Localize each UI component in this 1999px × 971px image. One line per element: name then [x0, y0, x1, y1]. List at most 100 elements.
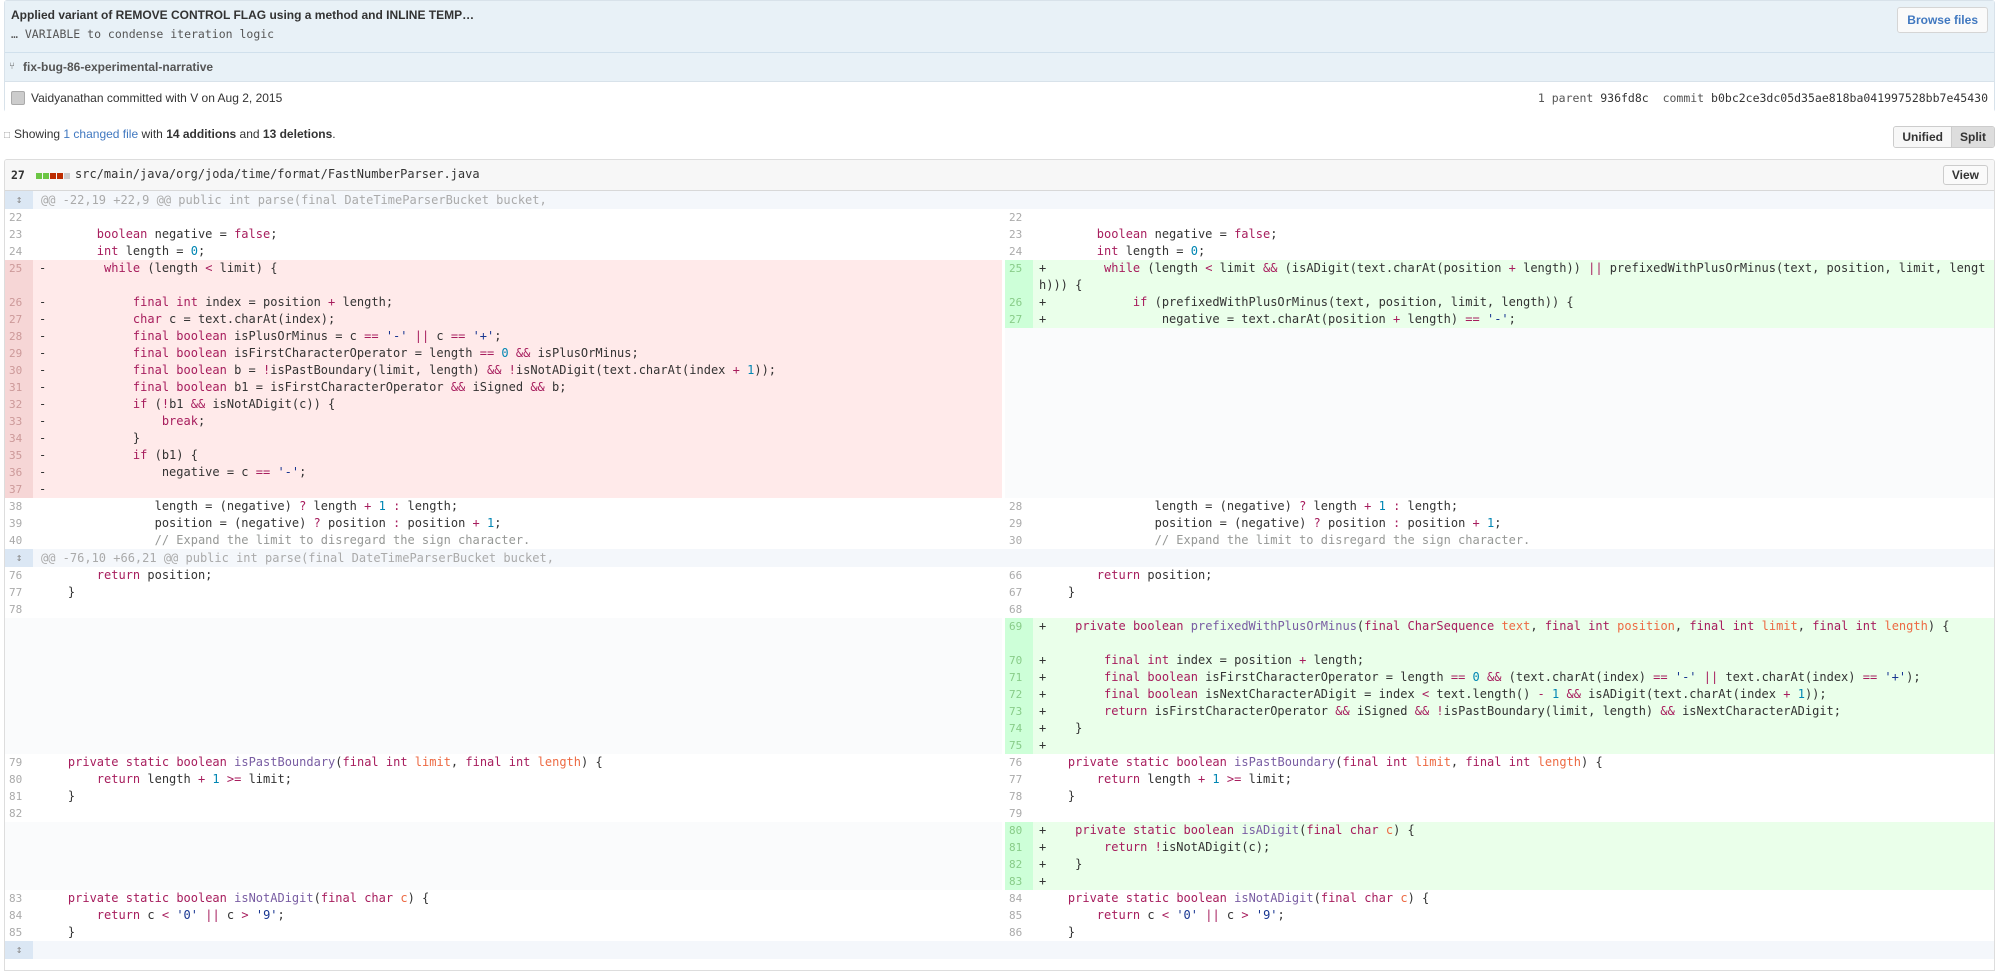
line-number[interactable]: 66: [1005, 567, 1033, 584]
line-number[interactable]: 36: [5, 464, 33, 481]
left-side-cell: 29 - final boolean isFirstCharacterOperat…: [5, 345, 1002, 362]
summary-showing: Showing: [14, 127, 61, 141]
line-number[interactable]: 72: [1005, 686, 1033, 703]
right-side-cell: 84 private static boolean isNotADigit(fi…: [1005, 890, 1994, 907]
parent-sha-link[interactable]: 936fd8c: [1600, 91, 1648, 105]
line-number[interactable]: 26: [5, 294, 33, 311]
line-number[interactable]: 83: [5, 890, 33, 907]
line-number[interactable]: 30: [5, 362, 33, 379]
line-number[interactable]: 29: [1005, 515, 1033, 532]
line-number[interactable]: 30: [1005, 532, 1033, 549]
line-number[interactable]: 86: [1005, 924, 1033, 941]
line-number[interactable]: 22: [5, 209, 33, 226]
unified-button[interactable]: Unified: [1894, 127, 1951, 147]
line-number[interactable]: 84: [5, 907, 33, 924]
line-number[interactable]: 23: [1005, 226, 1033, 243]
right-side-cell: 69 + private boolean prefixedWithPlusOrMi…: [1005, 618, 1994, 652]
browse-files-button[interactable]: Browse files: [1897, 7, 1988, 33]
line-number[interactable]: 39: [5, 515, 33, 532]
line-number[interactable]: 27: [1005, 311, 1033, 328]
line-number[interactable]: 78: [1005, 788, 1033, 805]
code-line: private static boolean isPastBoundary(fi…: [67, 755, 603, 769]
line-number[interactable]: 74: [1005, 720, 1033, 737]
line-number[interactable]: 80: [5, 771, 33, 788]
code-line: - char c = text.charAt(index);: [39, 312, 336, 326]
code-line: +: [1039, 874, 1047, 888]
line-number[interactable]: 81: [5, 788, 33, 805]
code-line: }: [39, 789, 76, 803]
line-number[interactable]: 29: [5, 345, 33, 362]
right-side-cell: 24 int length = 0;: [1005, 243, 1994, 260]
line-number[interactable]: 70: [1005, 652, 1033, 669]
line-number[interactable]: 35: [5, 447, 33, 464]
line-number[interactable]: 38: [5, 498, 33, 515]
diffstat: [36, 173, 70, 179]
left-side-cell: 85 }: [5, 924, 1002, 941]
line-number[interactable]: 75: [1005, 737, 1033, 754]
diff-row: 77 } 67 }: [5, 584, 1994, 601]
right-side-cell: 67 }: [1005, 584, 1994, 601]
line-number[interactable]: 73: [1005, 703, 1033, 720]
diff-row: 82 + }: [5, 856, 1994, 873]
line-number[interactable]: 76: [5, 567, 33, 584]
line-number[interactable]: 26: [1005, 294, 1033, 311]
expand-icon[interactable]: ↕: [5, 549, 33, 567]
expand-icon[interactable]: ↕: [5, 191, 33, 209]
left-side-cell: [5, 703, 1002, 720]
right-side-cell: 81 + return !isNotADigit(c);: [1005, 839, 1994, 856]
line-number[interactable]: 34: [5, 430, 33, 447]
branch-name[interactable]: fix-bug-86-experimental-narrative: [23, 60, 213, 74]
diff-row: 27 - char c = text.charAt(index); 27 + nega…: [5, 311, 1994, 328]
line-number[interactable]: 33: [5, 413, 33, 430]
line-number[interactable]: 84: [1005, 890, 1033, 907]
code-line: }: [39, 585, 76, 599]
branch-bar: ⑂ fix-bug-86-experimental-narrative: [5, 52, 1994, 81]
line-number[interactable]: 81: [1005, 839, 1033, 856]
left-side-cell: 26 - final int index = position + length;: [5, 294, 1002, 311]
line-number[interactable]: 31: [5, 379, 33, 396]
changed-files-link[interactable]: 1 changed file: [63, 127, 138, 141]
expand-icon[interactable]: ↕: [5, 941, 33, 959]
line-number[interactable]: 27: [5, 311, 33, 328]
line-number[interactable]: 28: [1005, 498, 1033, 515]
commit-description: … VARIABLE to condense iteration logic: [11, 27, 275, 41]
avatar[interactable]: [11, 91, 25, 105]
line-number[interactable]: 69: [1005, 618, 1033, 652]
line-number[interactable]: 24: [1005, 243, 1033, 260]
line-number[interactable]: 40: [5, 532, 33, 549]
line-number[interactable]: 80: [1005, 822, 1033, 839]
commit-sha: b0bc2ce3dc05d35ae818ba041997528bb7e45430: [1711, 91, 1988, 105]
left-side-cell: [5, 737, 1002, 754]
line-number[interactable]: 85: [1005, 907, 1033, 924]
line-number[interactable]: 24: [5, 243, 33, 260]
line-number[interactable]: 83: [1005, 873, 1033, 890]
line-number[interactable]: 25: [1005, 260, 1033, 294]
line-number[interactable]: 76: [1005, 754, 1033, 771]
view-file-button[interactable]: View: [1942, 165, 1988, 185]
line-number[interactable]: 22: [1005, 209, 1033, 226]
line-number[interactable]: 79: [5, 754, 33, 771]
line-number[interactable]: 25: [5, 260, 33, 294]
right-side-cell: [1005, 362, 1994, 379]
line-number[interactable]: 68: [1005, 601, 1033, 618]
line-number[interactable]: 37: [5, 481, 33, 498]
left-side-cell: 32 - if (!b1 && isNotADigit(c)) {: [5, 396, 1002, 413]
line-number[interactable]: 77: [5, 584, 33, 601]
line-number[interactable]: 23: [5, 226, 33, 243]
code-line: -: [39, 482, 47, 496]
line-number[interactable]: 77: [1005, 771, 1033, 788]
diff-row: 70 + final int index = position + length;: [5, 652, 1994, 669]
diff-row: 83 +: [5, 873, 1994, 890]
line-number[interactable]: 79: [1005, 805, 1033, 822]
line-number[interactable]: 71: [1005, 669, 1033, 686]
split-button[interactable]: Split: [1951, 127, 1994, 147]
line-number[interactable]: 32: [5, 396, 33, 413]
line-number[interactable]: 28: [5, 328, 33, 345]
line-number[interactable]: 78: [5, 601, 33, 618]
line-number[interactable]: 67: [1005, 584, 1033, 601]
line-number[interactable]: 82: [5, 805, 33, 822]
line-number[interactable]: 85: [5, 924, 33, 941]
line-number[interactable]: 82: [1005, 856, 1033, 873]
